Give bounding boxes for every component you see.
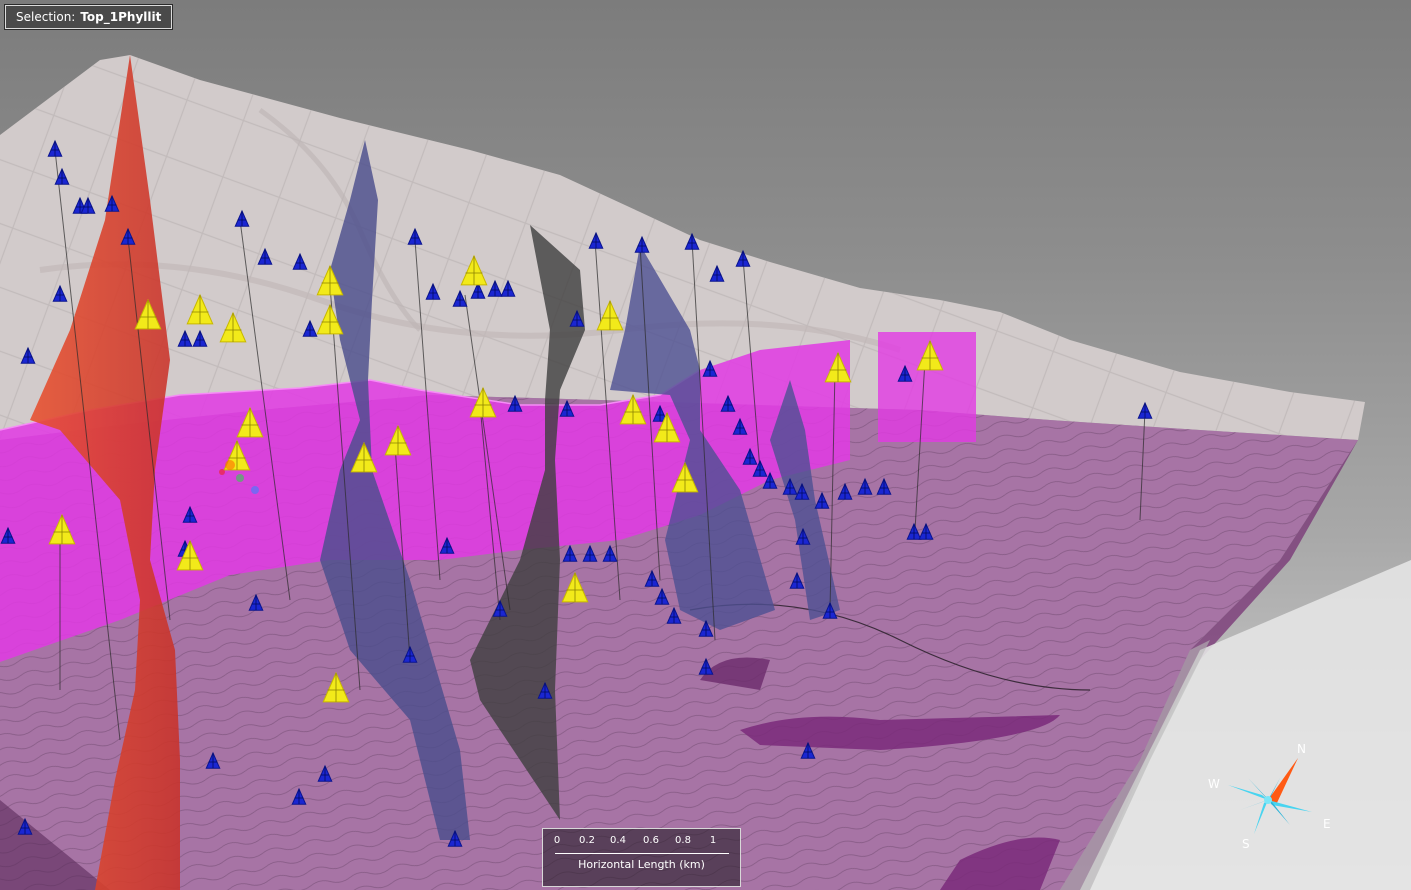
selection-value: Top_1Phyllit xyxy=(80,10,162,24)
compass-east-label: E xyxy=(1323,817,1331,831)
scale-line xyxy=(555,853,729,854)
compass-west-label: W xyxy=(1208,777,1220,791)
selection-label: Selection: xyxy=(16,10,76,24)
selection-indicator: Selection: Top_1Phyllit xyxy=(5,5,173,29)
compass: N W E S xyxy=(1200,738,1340,853)
scale-tick: 0.4 xyxy=(610,835,626,846)
compass-south-label: S xyxy=(1242,837,1250,851)
scale-tick: 0.6 xyxy=(643,835,659,846)
scale-tick: 1 xyxy=(709,835,717,846)
scale-tick: 0.2 xyxy=(579,835,595,846)
scale-tick: 0.8 xyxy=(675,835,691,846)
scale-title: Horizontal Length (km) xyxy=(578,858,705,871)
compass-north-label: N xyxy=(1297,742,1306,756)
scale-tick: 0 xyxy=(553,835,561,846)
scale-bar: 0 0.2 0.4 0.6 0.8 1 Horizontal Length (k… xyxy=(542,828,741,887)
